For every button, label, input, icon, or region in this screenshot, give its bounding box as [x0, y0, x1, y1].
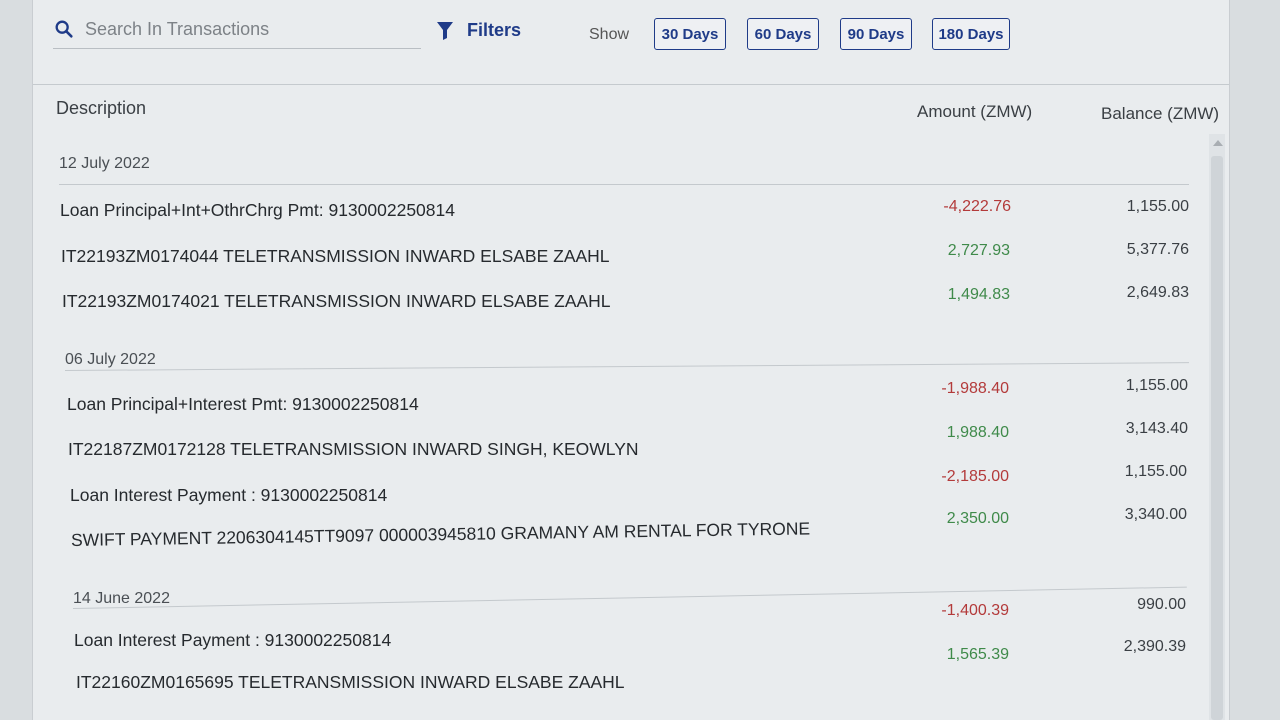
transaction-amount: -1,988.40	[941, 380, 1009, 397]
table-row[interactable]: Loan Interest Payment : 9130002250814 -2…	[33, 463, 1213, 520]
transaction-description: IT22193ZM0174021 TELETRANSMISSION INWARD…	[62, 291, 611, 311]
table-row[interactable]: Loan Interest Payment : 9130002250814 -1…	[33, 596, 1213, 666]
range-30-days-button[interactable]: 30 Days	[654, 18, 726, 50]
range-60-days-button[interactable]: 60 Days	[747, 18, 819, 50]
transaction-amount: 1,494.83	[947, 286, 1010, 303]
transactions-panel: Filters Show 30 Days 60 Days 90 Days 180…	[32, 0, 1230, 720]
transaction-description: IT22193ZM0174044 TELETRANSMISSION INWARD…	[61, 246, 610, 266]
range-180-days-button[interactable]: 180 Days	[932, 18, 1010, 50]
divider	[64, 362, 1189, 371]
table-row[interactable]: IT22160ZM0165695 TELETRANSMISSION INWARD…	[33, 638, 1213, 704]
amount-column-header: Amount (ZMW)	[917, 102, 1033, 121]
search-box[interactable]	[53, 10, 421, 49]
transaction-balance: 2,390.39	[1123, 638, 1186, 655]
table-row[interactable]: IT22187ZM0172128 TELETRANSMISSION INWARD…	[33, 420, 1213, 474]
transaction-balance: 5,377.76	[1126, 241, 1189, 258]
transaction-balance: 3,143.40	[1125, 420, 1188, 437]
balance-column-header: Balance (ZMW)	[1101, 104, 1220, 123]
table-row[interactable]: SWIFT PAYMENT 2206304145TT9097 000003945…	[33, 506, 1213, 566]
search-input[interactable]	[83, 17, 407, 41]
divider	[59, 184, 1189, 185]
transaction-amount: 1,988.40	[946, 424, 1009, 441]
filter-icon	[437, 21, 453, 40]
transaction-balance: 2,649.83	[1126, 284, 1189, 301]
description-column-header: Description	[56, 98, 147, 118]
date-group-label: 06 July 2022	[65, 351, 156, 368]
transaction-amount: 2,350.00	[946, 510, 1009, 527]
transaction-amount: 1,565.39	[946, 646, 1009, 663]
transaction-amount: 2,727.93	[947, 242, 1010, 259]
table-row[interactable]: Loan Principal+Int+OthrChrg Pmt: 9130002…	[33, 196, 1213, 236]
divider	[72, 586, 1187, 609]
range-90-days-button[interactable]: 90 Days	[840, 18, 912, 50]
transaction-balance: 1,155.00	[1125, 377, 1188, 394]
table-row[interactable]: IT22193ZM0174044 TELETRANSMISSION INWARD…	[33, 241, 1213, 282]
table-header: Description Amount (ZMW) Balance (ZMW)	[33, 84, 1229, 144]
table-row[interactable]: Loan Principal+Interest Pmt: 91300022508…	[33, 377, 1213, 430]
transaction-balance: 1,155.00	[1124, 463, 1187, 480]
filters-button[interactable]: Filters	[437, 20, 521, 41]
show-label: Show	[589, 26, 630, 43]
search-icon	[55, 20, 73, 38]
transaction-description: Loan Principal+Interest Pmt: 91300022508…	[67, 394, 419, 414]
date-group-label: 14 June 2022	[73, 590, 170, 607]
transaction-balance: 1,155.00	[1126, 198, 1189, 215]
table-row[interactable]: IT22193ZM0174021 TELETRANSMISSION INWARD…	[33, 284, 1213, 328]
transaction-amount: -2,185.00	[941, 468, 1009, 485]
date-group-label: 12 July 2022	[59, 155, 150, 172]
transaction-balance: 3,340.00	[1124, 506, 1187, 523]
transaction-description: SWIFT PAYMENT 2206304145TT9097 000003945…	[70, 518, 811, 550]
filters-label: Filters	[467, 20, 522, 40]
transaction-description: IT22187ZM0172128 TELETRANSMISSION INWARD…	[68, 439, 639, 459]
transaction-description: Loan Principal+Int+OthrChrg Pmt: 9130002…	[60, 200, 455, 220]
transaction-balance: 990.00	[1137, 596, 1186, 613]
transaction-description: Loan Interest Payment : 9130002250814	[70, 485, 388, 505]
scrollbar-thumb[interactable]	[1211, 156, 1223, 720]
toolbar: Filters Show 30 Days 60 Days 90 Days 180…	[33, 0, 1229, 85]
scroll-up-arrow-icon[interactable]	[1213, 140, 1223, 146]
transaction-description: Loan Interest Payment : 9130002250814	[74, 630, 392, 650]
transaction-description: IT22160ZM0165695 TELETRANSMISSION INWARD…	[76, 672, 625, 692]
transaction-amount: -1,400.39	[941, 602, 1009, 619]
transaction-amount: -4,222.76	[943, 198, 1011, 215]
